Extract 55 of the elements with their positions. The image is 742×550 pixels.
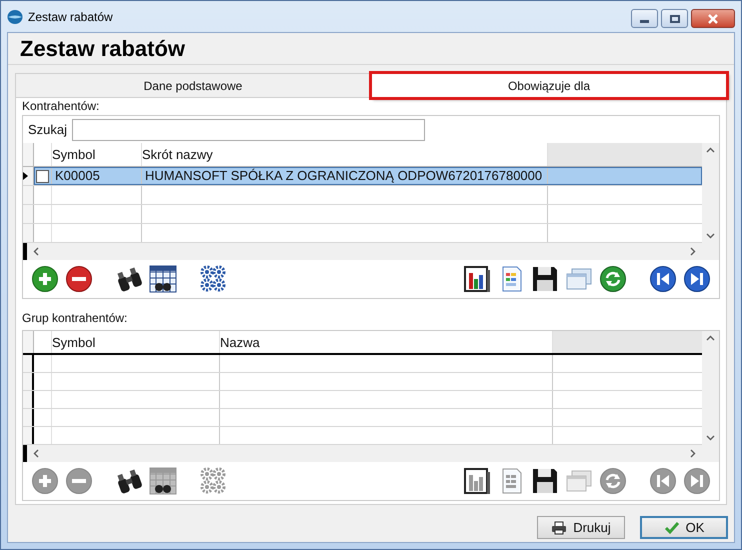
- search-label: Szukaj: [28, 120, 68, 139]
- column-header[interactable]: Symbol: [52, 335, 96, 350]
- row-header[interactable]: [23, 373, 34, 390]
- save-icon[interactable]: [531, 265, 559, 293]
- tab[interactable]: Dane podstawowe: [15, 73, 371, 98]
- minus-icon[interactable]: [65, 265, 93, 293]
- dialog-heading: Zestaw rabatów: [20, 35, 186, 63]
- column-header[interactable]: Skrót nazwy: [142, 147, 213, 162]
- checkmark-icon: [664, 520, 680, 534]
- column-header[interactable]: Nazwa: [220, 335, 260, 350]
- row-header[interactable]: [23, 167, 34, 185]
- horizontal-scrollbar[interactable]: [27, 243, 702, 260]
- binoculars-icon[interactable]: [115, 265, 143, 293]
- close-icon[interactable]: [707, 14, 719, 24]
- gears-icon[interactable]: [199, 265, 227, 293]
- horizontal-scrollbar[interactable]: [27, 445, 702, 462]
- table-cell: K00005: [55, 167, 100, 185]
- scroll-down-icon[interactable]: [706, 435, 715, 441]
- ok-button[interactable]: OK: [640, 516, 728, 539]
- table-cell: HUMANSOFT SPÓŁKA Z OGRANICZONĄ ODPOW6720176780000: [145, 167, 542, 185]
- row-header[interactable]: [23, 355, 34, 372]
- maximize-button[interactable]: [661, 9, 688, 28]
- print-button[interactable]: Drukuj: [537, 516, 625, 539]
- scroll-up-icon[interactable]: [706, 335, 715, 341]
- bar-chart-icon[interactable]: [463, 265, 491, 293]
- plus-icon[interactable]: [31, 265, 59, 293]
- scroll-down-icon[interactable]: [706, 233, 715, 239]
- vertical-scrollbar[interactable]: [702, 331, 719, 445]
- first-record-icon[interactable]: [649, 265, 677, 293]
- refresh-icon[interactable]: [599, 265, 627, 293]
- section-label: Grup kontrahentów:: [22, 310, 128, 327]
- scroll-left-icon[interactable]: [33, 449, 39, 458]
- row-header[interactable]: [23, 427, 34, 444]
- row-header[interactable]: [23, 409, 34, 426]
- scroll-left-icon[interactable]: [33, 247, 39, 256]
- search-field[interactable]: [72, 118, 426, 140]
- printer-icon: [551, 520, 568, 534]
- close-button[interactable]: [691, 9, 735, 28]
- app-icon: [7, 8, 23, 24]
- row-checkbox[interactable]: [36, 170, 49, 182]
- last-record-icon[interactable]: [683, 265, 711, 293]
- scroll-up-icon[interactable]: [706, 147, 715, 153]
- vertical-scrollbar[interactable]: [702, 143, 719, 243]
- column-header[interactable]: Symbol: [52, 147, 96, 162]
- table-filter-icon[interactable]: [149, 265, 177, 293]
- tab[interactable]: Obowiązuje dla: [371, 73, 727, 98]
- window-title: Zestaw rabatów: [28, 8, 113, 26]
- section-label: Kontrahentów:: [22, 98, 100, 115]
- splitter-handle[interactable]: [23, 445, 27, 462]
- table-row[interactable]: K00005 HUMANSOFT SPÓŁKA Z OGRANICZONĄ ODPOW6720176780000: [34, 167, 702, 185]
- scroll-right-icon[interactable]: [690, 449, 696, 458]
- splitter-handle[interactable]: [23, 243, 27, 260]
- minimize-button[interactable]: [631, 9, 658, 28]
- scroll-right-icon[interactable]: [690, 247, 696, 256]
- row-header[interactable]: [23, 391, 34, 408]
